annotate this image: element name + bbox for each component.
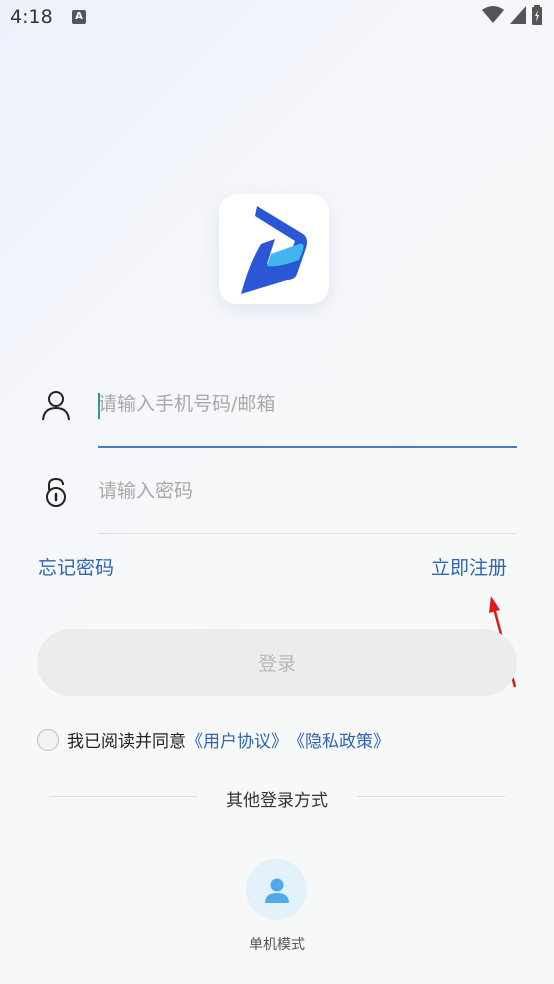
text-caret xyxy=(98,393,100,419)
app-logo-icon xyxy=(241,206,307,294)
user-icon xyxy=(264,878,289,903)
user-agreement-link[interactable]: 《用户协议》 xyxy=(186,727,288,752)
privacy-policy-link[interactable]: 《隐私政策》 xyxy=(288,727,390,752)
password-input[interactable] xyxy=(98,480,516,502)
agreement-checkbox[interactable] xyxy=(37,728,59,751)
wifi-icon xyxy=(482,6,504,23)
lock-icon xyxy=(46,477,66,507)
offline-mode-button[interactable] xyxy=(246,859,307,920)
agreement-row: 我已阅读并同意 《用户协议》 《隐私政策》 xyxy=(37,727,390,752)
account-field[interactable] xyxy=(98,393,516,415)
account-input[interactable] xyxy=(98,393,516,415)
login-button[interactable]: 登录 xyxy=(37,629,517,696)
password-underline xyxy=(98,533,517,534)
register-link[interactable]: 立即注册 xyxy=(431,553,507,580)
notification-icon: A xyxy=(72,10,86,24)
signal-icon xyxy=(510,6,526,24)
account-underline xyxy=(98,446,517,448)
user-icon xyxy=(42,391,70,421)
battery-icon xyxy=(532,5,542,25)
app-logo xyxy=(219,194,329,304)
status-time: 4:18 xyxy=(10,6,53,28)
status-icons xyxy=(482,5,542,25)
forgot-password-link[interactable]: 忘记密码 xyxy=(38,553,114,580)
password-field[interactable] xyxy=(98,480,516,502)
agreement-prefix: 我已阅读并同意 xyxy=(67,732,186,752)
offline-mode-label[interactable]: 单机模式 xyxy=(0,934,554,954)
other-login-title: 其他登录方式 xyxy=(226,791,328,811)
